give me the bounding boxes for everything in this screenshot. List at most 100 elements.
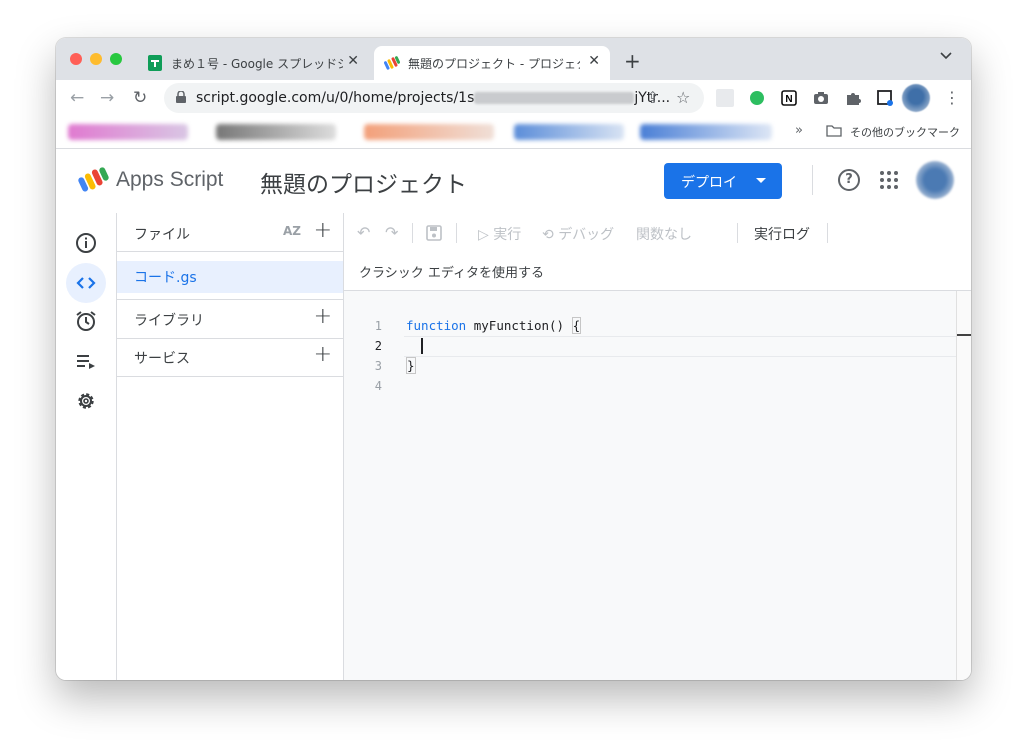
execution-log-button[interactable]: 実行ログ <box>754 224 810 244</box>
alarm-clock-icon <box>76 311 96 331</box>
code-line: function myFunction() { <box>406 317 582 334</box>
address-bar[interactable]: script.google.com/u/0/home/projects/1s jY… <box>164 83 704 113</box>
line-number: 2 <box>374 339 382 353</box>
bookmark-item[interactable] <box>216 124 336 140</box>
code-line: } <box>406 357 416 374</box>
nav-rail <box>56 213 117 680</box>
folder-icon <box>826 125 842 137</box>
bookmarks-overflow-button[interactable]: » <box>795 123 803 138</box>
info-icon <box>76 233 96 253</box>
line-number: 1 <box>374 319 382 333</box>
playlist-play-icon <box>77 355 95 369</box>
current-line-highlight <box>404 336 971 357</box>
tab-strip: まめ１号 - Google スプレッドシー ✕ 無題のプロジェクト - プロジェ… <box>56 38 971 80</box>
vertical-scrollbar[interactable] <box>956 291 971 680</box>
tab-project[interactable]: 無題のプロジェクト - プロジェクト ✕ <box>374 46 610 80</box>
services-section: サービス + <box>117 338 343 377</box>
editor-button[interactable] <box>66 263 106 303</box>
svg-text:N: N <box>785 94 792 105</box>
url-text: script.google.com/u/0/home/projects/1s jY… <box>196 90 671 106</box>
app-name[interactable]: Apps Script <box>116 168 223 192</box>
caret-down-icon <box>756 178 766 183</box>
add-service-button[interactable]: + <box>314 342 332 367</box>
line-number: 3 <box>374 359 382 373</box>
save-icon[interactable] <box>426 225 442 241</box>
minimize-window-button[interactable] <box>90 53 102 65</box>
settings-button[interactable] <box>66 383 106 419</box>
libraries-section: ライブラリ + <box>117 299 343 339</box>
reading-list-icon[interactable] <box>876 89 894 107</box>
account-avatar[interactable] <box>916 161 954 199</box>
file-item[interactable]: コード.gs <box>117 261 343 293</box>
apps-script-icon <box>384 56 400 70</box>
extension-icon[interactable] <box>716 89 734 107</box>
browser-toolbar: ← → ↻ script.google.com/u/0/home/project… <box>56 80 971 116</box>
divider <box>456 223 457 243</box>
bookmark-item[interactable] <box>68 124 188 140</box>
notion-icon[interactable]: N <box>780 89 798 107</box>
sort-az-icon[interactable]: AZ <box>283 224 301 238</box>
evernote-icon[interactable] <box>748 89 766 107</box>
project-title[interactable]: 無題のプロジェクト <box>260 165 467 199</box>
close-tab-icon[interactable]: ✕ <box>588 53 600 69</box>
function-select[interactable]: 関数なし <box>636 224 692 244</box>
other-bookmarks-folder[interactable]: その他のブックマーク <box>850 124 960 140</box>
file-name: コード.gs <box>134 270 197 286</box>
apps-grid-icon[interactable] <box>880 171 898 189</box>
more-menu-icon[interactable]: ⋮ <box>944 88 960 107</box>
forward-arrow-icon[interactable]: → <box>100 88 114 108</box>
cursor-position-marker <box>957 334 971 336</box>
bookmark-item[interactable] <box>364 124 494 140</box>
files-header: ファイル AZ + <box>117 213 343 252</box>
close-tab-icon[interactable]: ✕ <box>347 53 359 69</box>
triggers-button[interactable] <box>66 303 106 339</box>
files-panel: ファイル AZ + コード.gs ライブラリ + サービス + <box>117 213 344 680</box>
gear-icon <box>78 393 94 409</box>
share-icon[interactable]: ⇪ <box>646 88 659 107</box>
add-library-button[interactable]: + <box>314 304 332 329</box>
deploy-label: デプロイ <box>681 175 737 191</box>
extensions-puzzle-icon[interactable] <box>844 89 862 107</box>
lock-icon <box>176 91 186 103</box>
back-arrow-icon[interactable]: ← <box>70 88 84 108</box>
line-number: 4 <box>374 379 382 393</box>
bookmarks-bar: » その他のブックマーク <box>56 116 971 149</box>
editor-toolbar: ↶ ↷ ▷ 実行 ⟲ デバッグ 関数なし 実行ログ <box>344 213 971 253</box>
play-icon: ▷ <box>478 227 489 243</box>
bookmark-item[interactable] <box>514 124 624 140</box>
bookmark-item[interactable] <box>640 124 772 140</box>
services-heading: サービス <box>134 351 190 367</box>
redo-icon[interactable]: ↷ <box>385 223 398 242</box>
text-cursor <box>421 338 423 354</box>
close-window-button[interactable] <box>70 53 82 65</box>
reload-icon[interactable]: ↻ <box>133 88 147 108</box>
code-icon <box>76 277 96 289</box>
camera-icon[interactable] <box>812 89 830 107</box>
executions-button[interactable] <box>66 343 106 379</box>
tab-title: 無題のプロジェクト - プロジェクト <box>408 57 580 71</box>
chevron-down-icon[interactable] <box>940 52 952 60</box>
tab-spreadsheet[interactable]: まめ１号 - Google スプレッドシー ✕ <box>137 46 369 80</box>
sheets-icon <box>148 55 162 71</box>
profile-avatar[interactable] <box>902 84 930 112</box>
debug-button[interactable]: ⟲ デバッグ <box>542 224 614 244</box>
divider <box>812 165 813 195</box>
divider <box>737 223 738 243</box>
apps-script-logo <box>78 167 109 192</box>
browser-window: まめ１号 - Google スプレッドシー ✕ 無題のプロジェクト - プロジェ… <box>56 38 971 680</box>
deploy-button[interactable]: デプロイ <box>664 163 782 199</box>
zoom-window-button[interactable] <box>110 53 122 65</box>
classic-editor-link[interactable]: クラシック エディタを使用する <box>359 262 544 281</box>
help-icon[interactable]: ? <box>838 169 860 191</box>
star-icon[interactable]: ☆ <box>676 88 690 107</box>
add-file-button[interactable]: + <box>314 218 332 243</box>
code-editor[interactable]: 1 2 3 4 function myFunction() { } <box>344 290 971 680</box>
overview-button[interactable] <box>66 225 106 261</box>
divider <box>827 223 828 243</box>
libraries-heading: ライブラリ <box>134 313 204 329</box>
undo-icon[interactable]: ↶ <box>357 223 370 242</box>
run-button[interactable]: ▷ 実行 <box>478 224 521 244</box>
debug-icon: ⟲ <box>542 227 554 243</box>
files-heading: ファイル <box>134 227 190 243</box>
new-tab-button[interactable]: + <box>624 49 641 73</box>
